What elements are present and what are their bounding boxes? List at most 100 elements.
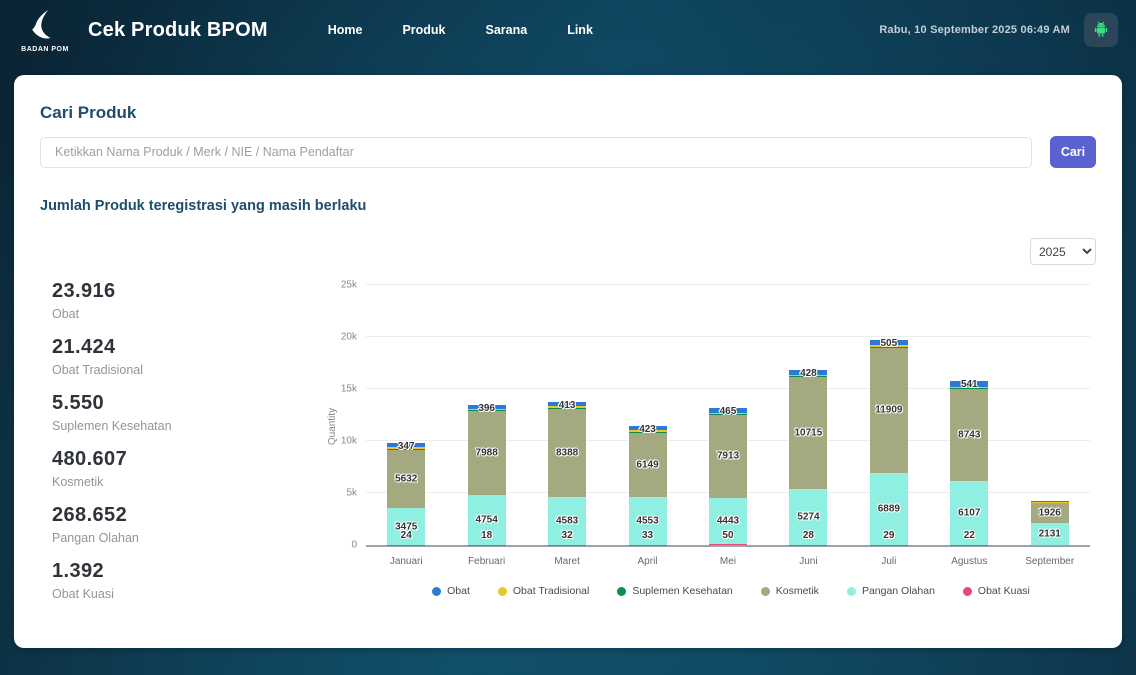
bar-column-juni: 28527410715428 — [768, 285, 848, 545]
main-card: Cari Produk Cari Jumlah Produk teregistr… — [14, 75, 1122, 648]
nav-item-produk[interactable]: Produk — [402, 23, 445, 37]
bar-segment-pangan-olahan[interactable]: 4754 — [468, 495, 506, 545]
x-axis-label-februari: Februari — [446, 547, 526, 567]
stat-label: Kosmetik — [52, 474, 318, 490]
stat-kosmetik: 480.607Kosmetik — [52, 447, 318, 490]
stat-value: 268.652 — [52, 503, 318, 527]
bar-segment-kosmetik[interactable]: 8388 — [548, 409, 586, 497]
y-axis-tick: 0 — [351, 540, 357, 551]
nav-item-sarana[interactable]: Sarana — [486, 23, 528, 37]
bar-segment-obat[interactable] — [1031, 501, 1069, 502]
legend-item-kosmetik[interactable]: Kosmetik — [761, 585, 819, 597]
bar-september: 21311926 — [1031, 501, 1069, 545]
bar-segment-suplemen-kesehatan[interactable] — [709, 414, 747, 415]
legend-item-obat-tradisional[interactable]: Obat Tradisional — [498, 585, 589, 597]
bar-april: 3345536149423 — [629, 426, 667, 545]
bar-segment-kosmetik[interactable]: 10715 — [789, 377, 827, 489]
datetime-text: Rabu, 10 September 2025 06:49 AM — [879, 24, 1070, 36]
bar-segment-pangan-olahan[interactable]: 4443 — [709, 498, 747, 545]
bar-segment-pangan-olahan[interactable]: 6889 — [870, 473, 908, 545]
y-axis-tick: 20k — [341, 332, 357, 343]
bar-segment-obat-tradisional[interactable] — [387, 447, 425, 449]
legend-dot — [963, 587, 972, 596]
bar-column-januari: 2434755632347 — [366, 285, 446, 545]
bar-segment-obat-tradisional[interactable] — [789, 375, 827, 377]
bar-segment-obat-tradisional[interactable] — [709, 413, 747, 415]
bar-segment-kosmetik[interactable]: 6149 — [629, 433, 667, 497]
bar-segment-obat[interactable]: 465 — [709, 408, 747, 413]
nav-item-link[interactable]: Link — [567, 23, 593, 37]
registered-products-chart: Quantity 05k10k15k20k25k2434755632347184… — [318, 271, 1096, 615]
bar-segment-obat[interactable]: 428 — [789, 370, 827, 374]
legend-item-suplemen-kesehatan[interactable]: Suplemen Kesehatan — [617, 585, 732, 597]
stat-value: 21.424 — [52, 335, 318, 359]
bar-value-label: 3475 — [395, 521, 417, 532]
stats-panel: 23.916Obat21.424Obat Tradisional5.550Sup… — [40, 271, 318, 615]
bar-segment-pangan-olahan[interactable]: 5274 — [789, 489, 827, 544]
bar-value-label: 6889 — [878, 503, 900, 514]
bar-segment-obat-tradisional[interactable] — [870, 345, 908, 347]
bar-value-label: 4754 — [476, 514, 498, 525]
search-input[interactable] — [40, 137, 1032, 168]
bar-segment-kosmetik[interactable]: 7988 — [468, 411, 506, 495]
bar-segment-obat-tradisional[interactable] — [950, 387, 988, 389]
stat-value: 23.916 — [52, 279, 318, 303]
x-axis-label-maret: Maret — [527, 547, 607, 567]
bar-segment-kosmetik[interactable]: 11909 — [870, 348, 908, 473]
bar-segment-kosmetik[interactable]: 7913 — [709, 415, 747, 498]
bar-segment-obat[interactable]: 396 — [468, 405, 506, 409]
y-axis-title: Quantity — [327, 408, 338, 445]
legend-item-pangan-olahan[interactable]: Pangan Olahan — [847, 585, 935, 597]
bar-segment-suplemen-kesehatan[interactable] — [950, 388, 988, 389]
nav-item-home[interactable]: Home — [328, 23, 363, 37]
bar-segment-obat[interactable]: 423 — [629, 426, 667, 430]
stat-label: Pangan Olahan — [52, 530, 318, 546]
bar-value-label: 8743 — [958, 429, 980, 440]
bar-segment-suplemen-kesehatan[interactable] — [468, 410, 506, 411]
bar-segment-suplemen-kesehatan[interactable] — [548, 408, 586, 409]
bar-segment-pangan-olahan[interactable]: 4553 — [629, 497, 667, 545]
bar-segment-obat[interactable]: 505 — [870, 340, 908, 345]
bar-segment-pangan-olahan[interactable]: 6107 — [950, 481, 988, 545]
stat-label: Suplemen Kesehatan — [52, 418, 318, 434]
bar-segment-suplemen-kesehatan[interactable] — [789, 376, 827, 377]
bpom-logo: BADAN POM — [18, 8, 72, 53]
bar-value-label: 5632 — [395, 473, 417, 484]
legend-item-obat[interactable]: Obat — [432, 585, 470, 597]
bar-value-label: 4443 — [717, 516, 739, 527]
bar-segment-pangan-olahan[interactable]: 3475 — [387, 508, 425, 544]
bar-segment-suplemen-kesehatan[interactable] — [387, 449, 425, 450]
bar-column-agustus: 2261078743541 — [929, 285, 1009, 545]
bar-segment-obat-tradisional[interactable] — [548, 406, 586, 408]
stat-obat: 23.916Obat — [52, 279, 318, 322]
bar-value-label: 7988 — [476, 448, 498, 459]
stat-obat-tradisional: 21.424Obat Tradisional — [52, 335, 318, 378]
bar-value-label: 8388 — [556, 447, 578, 458]
year-select[interactable]: 2025 — [1030, 238, 1096, 265]
bar-segment-obat-tradisional[interactable] — [629, 430, 667, 432]
bar-segment-obat[interactable]: 541 — [950, 381, 988, 387]
stat-label: Obat Kuasi — [52, 586, 318, 602]
bar-segment-obat-tradisional[interactable] — [468, 409, 506, 411]
bar-segment-pangan-olahan[interactable]: 2131 — [1031, 523, 1069, 545]
bar-segment-pangan-olahan[interactable]: 4583 — [548, 497, 586, 545]
bar-segment-suplemen-kesehatan[interactable] — [870, 347, 908, 348]
bar-segment-obat[interactable]: 413 — [548, 402, 586, 406]
legend-item-obat-kuasi[interactable]: Obat Kuasi — [963, 585, 1030, 597]
bpom-swoosh-icon — [25, 8, 65, 45]
bar-segment-kosmetik[interactable]: 5632 — [387, 449, 425, 508]
android-app-button[interactable] — [1084, 13, 1118, 47]
bar-segment-kosmetik[interactable]: 1926 — [1031, 502, 1069, 522]
bar-segment-kosmetik[interactable]: 8743 — [950, 389, 988, 481]
chart-section-title: Jumlah Produk teregistrasi yang masih be… — [40, 198, 1096, 214]
bar-segment-obat[interactable]: 347 — [387, 443, 425, 447]
legend-label: Kosmetik — [776, 585, 819, 597]
bar-segment-suplemen-kesehatan[interactable] — [629, 432, 667, 433]
bar-value-label: 11909 — [875, 405, 902, 416]
search-button[interactable]: Cari — [1050, 136, 1096, 168]
bar-segment-obat-kuasi[interactable]: 50 — [709, 544, 747, 545]
stat-value: 1.392 — [52, 559, 318, 583]
bar-column-maret: 3245838388413 — [527, 285, 607, 545]
legend-label: Obat Kuasi — [978, 585, 1030, 597]
search-section-title: Cari Produk — [40, 103, 1096, 123]
